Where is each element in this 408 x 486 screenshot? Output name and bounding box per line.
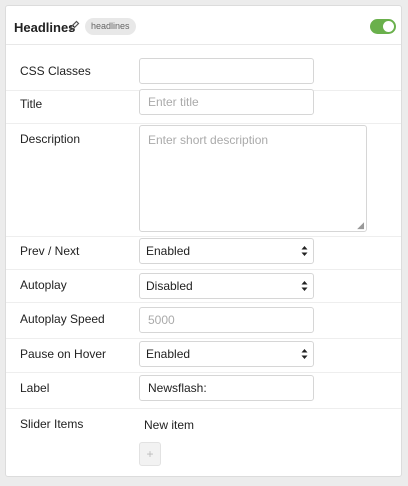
enable-toggle[interactable] xyxy=(370,19,396,34)
select-arrows-icon xyxy=(301,246,308,256)
select-arrows-icon xyxy=(301,349,308,359)
row-title: Title Enter title xyxy=(6,89,401,124)
autoplay-select[interactable]: Disabled xyxy=(139,273,314,299)
row-prev-next: Prev / Next Enabled xyxy=(6,237,401,270)
title-label: Title xyxy=(20,97,43,111)
row-pause-on-hover: Pause on Hover Enabled xyxy=(6,339,401,373)
resize-handle-icon[interactable]: ◢ xyxy=(357,221,364,230)
prev-next-label: Prev / Next xyxy=(20,244,80,258)
row-css-classes: CSS Classes xyxy=(6,51,401,91)
row-autoplay: Autoplay Disabled xyxy=(6,270,401,303)
description-label: Description xyxy=(20,132,81,146)
row-slider-items: Slider Items New item + xyxy=(6,409,401,477)
add-item-button[interactable]: + xyxy=(139,442,161,466)
autoplay-speed-input[interactable]: 5000 xyxy=(139,307,314,333)
pencil-icon[interactable] xyxy=(69,20,81,32)
row-autoplay-speed: Autoplay Speed 5000 xyxy=(6,303,401,339)
autoplay-speed-label: Autoplay Speed xyxy=(20,312,105,326)
pause-on-hover-label: Pause on Hover xyxy=(20,347,107,361)
toggle-knob xyxy=(383,21,394,32)
pause-on-hover-value: Enabled xyxy=(146,347,191,361)
new-item-link[interactable]: New item xyxy=(144,418,194,432)
row-description: Description Enter short description ◢ xyxy=(6,124,401,237)
settings-panel: Headlines headlines CSS Classes Title En… xyxy=(5,5,402,477)
label-input[interactable]: Newsflash: xyxy=(139,375,314,401)
module-badge: headlines xyxy=(85,18,136,35)
pause-on-hover-select[interactable]: Enabled xyxy=(139,341,314,367)
panel-title: Headlines xyxy=(14,20,76,35)
autoplay-label: Autoplay xyxy=(20,278,67,292)
pencil-icon-svg xyxy=(69,20,80,31)
css-classes-label: CSS Classes xyxy=(20,64,91,78)
plus-icon: + xyxy=(146,447,154,461)
css-classes-input[interactable] xyxy=(139,58,314,84)
row-label: Label Newsflash: xyxy=(6,373,401,409)
select-arrows-icon xyxy=(301,281,308,291)
autoplay-value: Disabled xyxy=(146,279,193,293)
description-placeholder: Enter short description xyxy=(148,133,269,147)
prev-next-select[interactable]: Enabled xyxy=(139,238,314,264)
slider-items-label: Slider Items xyxy=(20,417,84,431)
panel-header: Headlines headlines xyxy=(6,6,401,45)
title-input[interactable]: Enter title xyxy=(139,89,314,115)
description-textarea[interactable]: Enter short description ◢ xyxy=(139,125,367,232)
label-field-label: Label xyxy=(20,381,50,395)
prev-next-value: Enabled xyxy=(146,244,191,258)
